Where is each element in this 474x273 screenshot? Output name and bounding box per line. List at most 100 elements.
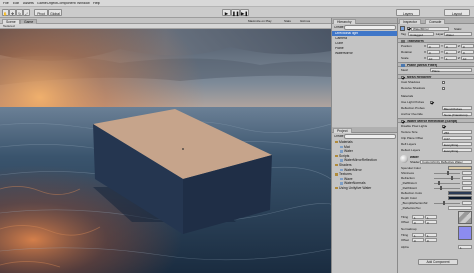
transform-y-field[interactable]: 0 [444, 50, 457, 55]
pivot-toggle[interactable]: Pivot [34, 9, 48, 16]
x-axis-label: X [424, 51, 427, 54]
stats-toggle[interactable]: Stats [284, 20, 291, 23]
transform-z-field[interactable]: 0 [461, 50, 474, 55]
tag-dropdown[interactable]: Untagged [408, 32, 434, 37]
script-row-checkbox[interactable] [442, 124, 445, 128]
transform-y-field[interactable]: 0 [444, 44, 457, 49]
reflection-probes-dropdown[interactable]: Blend Probes [442, 106, 472, 111]
tiling-x-field[interactable]: 1 [412, 215, 424, 220]
slider-thumb[interactable] [451, 176, 454, 180]
slider-value-field[interactable] [462, 181, 472, 186]
renderer-row-checkbox[interactable] [442, 80, 445, 84]
mesh-renderer-header[interactable]: Mesh Renderer [398, 74, 474, 79]
mesh-field[interactable]: Plane [430, 68, 472, 73]
slider-thumb[interactable] [443, 201, 446, 205]
renderer-row-checkbox[interactable] [442, 86, 445, 90]
light-probes-checkbox[interactable] [430, 100, 433, 104]
shader-dropdown[interactable]: Custom/Unity Reflective Water [420, 159, 472, 164]
project-item[interactable]: Using Unitylive Water [335, 186, 371, 191]
mesh-renderer-enabled[interactable] [401, 75, 404, 79]
pause-button[interactable]: ❚❚ [231, 9, 240, 16]
normalmap-texture-slot[interactable] [458, 226, 472, 240]
transform-x-field[interactable]: 0 [427, 44, 440, 49]
normal-offset-y-field[interactable]: 0 [425, 238, 437, 243]
hierarchy-search-input[interactable] [344, 25, 396, 30]
object-name-field[interactable]: WaterMirror [411, 26, 449, 31]
rotate-icon: ↻ [18, 11, 21, 16]
script-row-field[interactable]: Everything [442, 142, 472, 147]
shading-mode-dropdown[interactable]: Textured [3, 25, 15, 28]
texture-field[interactable] [448, 206, 472, 211]
transform-x-field[interactable]: 0 [427, 50, 440, 55]
slider-thumb[interactable] [439, 186, 442, 190]
tab-inspector[interactable]: Inspector [399, 18, 421, 24]
scale-tool-button[interactable]: ⤢ [23, 9, 30, 16]
menu-component[interactable]: Component [57, 2, 76, 6]
menu-edit[interactable]: Edit [13, 2, 19, 6]
reflection-texture-slot[interactable] [458, 211, 472, 224]
color-swatch[interactable] [448, 166, 472, 170]
slider-value-field[interactable] [462, 171, 472, 176]
global-toggle[interactable]: Global [48, 9, 62, 16]
menu-assets[interactable]: Assets [23, 2, 34, 6]
tab-console[interactable]: Console [425, 18, 446, 24]
offset-y-field[interactable]: 0 [425, 220, 437, 225]
scene-viewport[interactable] [0, 29, 331, 273]
static-checkbox[interactable]: Static [454, 28, 462, 31]
script-row-field[interactable]: Everything [442, 148, 472, 153]
add-component-button[interactable]: Add Component [418, 259, 458, 265]
transform-x-field[interactable]: 10 [427, 56, 440, 61]
menu-bar: File Edit Assets GameObject Component Wi… [0, 0, 474, 7]
slider-value-field[interactable] [462, 201, 472, 206]
layer-dropdown[interactable]: Water [444, 32, 472, 37]
menu-gameobject[interactable]: GameObject [37, 2, 57, 6]
active-checkbox[interactable] [407, 27, 410, 30]
script-row-label: Reflect Layers [401, 149, 421, 152]
script-row-field[interactable]: 0.07 [442, 136, 472, 141]
gizmos-dropdown[interactable]: Gizmos [300, 20, 310, 23]
layers-dropdown[interactable]: Layers [396, 9, 420, 16]
materials-foldout[interactable]: Materials [401, 95, 413, 98]
normal-tiling-y-field[interactable]: 1 [425, 233, 437, 238]
hierarchy-create-button[interactable]: Create [334, 26, 344, 29]
slider-track[interactable] [434, 202, 460, 204]
move-tool-button[interactable]: ✥ [9, 9, 16, 16]
normal-tiling-x-field[interactable]: 1 [412, 233, 424, 238]
color-swatch[interactable] [448, 196, 472, 200]
water-script-header[interactable]: Water Mirror Reflection (Script) [398, 118, 474, 123]
hierarchy-item[interactable]: WaterMirror [332, 51, 397, 56]
play-button[interactable]: ▶ [222, 9, 231, 16]
anchor-override-field[interactable]: None (Transform) [442, 112, 472, 117]
step-button[interactable]: ▶❚ [240, 9, 249, 16]
transform-z-field[interactable]: 10 [461, 56, 474, 61]
slider-thumb[interactable] [438, 181, 441, 185]
mesh-filter-header[interactable]: Plane (Mesh Filter) [398, 62, 474, 67]
project-create-button[interactable]: Create [334, 135, 344, 138]
layout-dropdown[interactable]: Layout [444, 9, 470, 16]
script-row-field[interactable]: 256 [442, 130, 472, 135]
normal-offset-x-field[interactable]: 0 [412, 238, 424, 243]
menu-file[interactable]: File [3, 2, 9, 6]
slider-value-field[interactable] [462, 176, 472, 181]
menu-window[interactable]: Window [77, 2, 90, 6]
folder-icon [335, 187, 338, 190]
water-script-enabled[interactable] [401, 119, 404, 123]
hand-tool-button[interactable]: ✋ [2, 9, 9, 16]
transform-z-field[interactable]: 0 [461, 44, 474, 49]
tab-hierarchy[interactable]: Hierarchy [333, 18, 356, 24]
project-search-input[interactable] [344, 134, 396, 139]
menu-help[interactable]: Help [93, 2, 100, 6]
color-swatch[interactable] [448, 191, 472, 195]
offset-x-field[interactable]: 0 [412, 220, 424, 225]
tiling-y-field[interactable]: 1 [425, 215, 437, 220]
rotate-tool-button[interactable]: ↻ [16, 9, 23, 16]
alpha-field[interactable]: 1 [458, 245, 472, 250]
resolution-label[interactable]: Maximize on Play [248, 20, 272, 23]
slider-track[interactable] [434, 177, 460, 179]
transform-y-field[interactable]: 1 [444, 56, 457, 61]
transform-header[interactable]: Transform [398, 38, 474, 43]
slider-value-field[interactable] [462, 186, 472, 191]
slider-thumb[interactable] [447, 171, 450, 175]
tab-project[interactable]: Project [333, 127, 352, 133]
slider-track[interactable] [434, 187, 460, 189]
